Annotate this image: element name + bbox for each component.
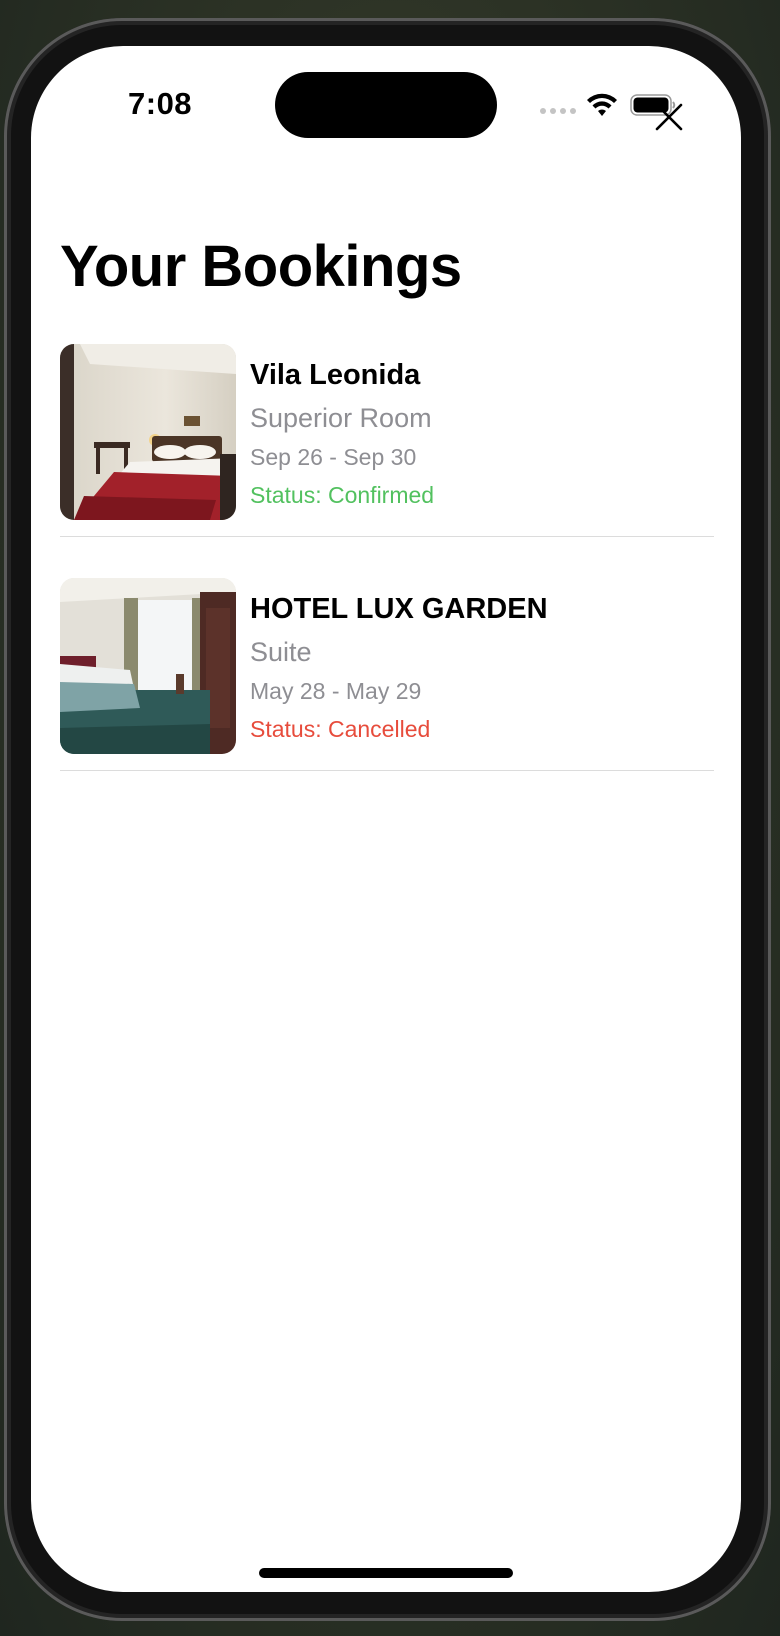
booking-status: Status: Cancelled [250,716,431,742]
dynamic-island [275,72,497,138]
hotel-name: Vila Leonida [250,359,421,391]
status-time: 7:08 [128,86,193,121]
booking-row[interactable]: Vila Leonida Superior Room Sep 26 - Sep … [60,344,714,537]
close-icon[interactable] [650,98,688,136]
page-title: Your Bookings [60,234,462,299]
hotel-room-photo [60,578,236,754]
room-type: Suite [250,637,312,667]
hotel-name: HOTEL LUX GARDEN [250,593,548,625]
hotel-room-photo [60,344,236,520]
booking-dates: Sep 26 - Sep 30 [250,444,417,470]
room-type: Superior Room [250,403,432,433]
wifi-icon [587,93,617,116]
booking-dates: May 28 - May 29 [250,678,422,704]
booking-status: Status: Confirmed [250,482,435,508]
signal-icon [540,108,576,114]
home-indicator [259,1568,513,1578]
booking-row[interactable]: HOTEL LUX GARDEN Suite May 28 - May 29 S… [60,578,714,771]
